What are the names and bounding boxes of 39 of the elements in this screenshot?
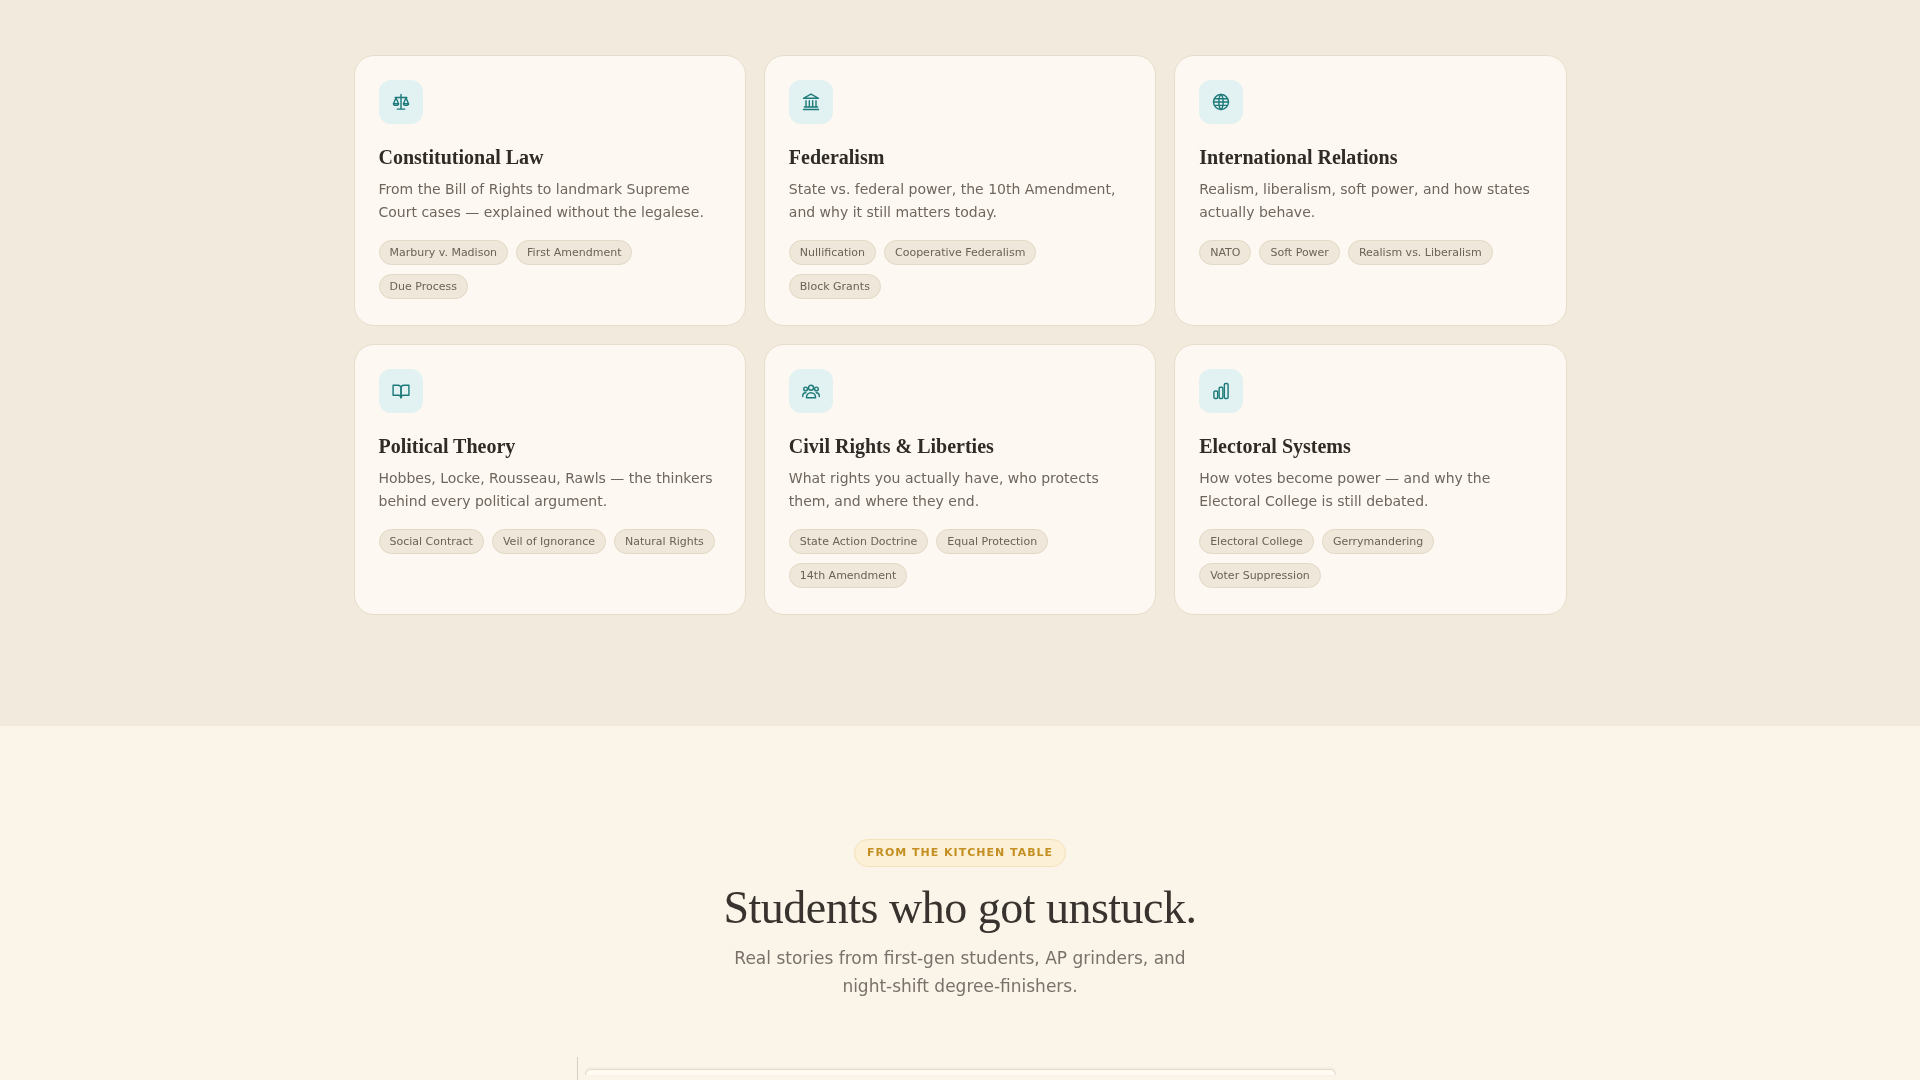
topic-tag: Soft Power [1259,240,1340,265]
section-heading: Students who got unstuck. [722,881,1198,935]
topic-tag: Due Process [378,274,468,299]
topic-tag: State Action Doctrine [788,529,929,554]
topic-title: Political Theory [378,434,517,459]
scales-icon [378,80,423,124]
globe-icon [1199,80,1244,124]
topic-tag: 14th Amendment [788,563,908,588]
topic-tag: Equal Protection [936,529,1049,554]
topic-tag: Marbury v. Madison [378,240,509,265]
open-book-icon [378,369,423,413]
topic-tag: Electoral College [1199,529,1314,554]
topic-tag: First Amendment [516,240,633,265]
topic-description: What rights you actually have, who protects them, and where they end. [788,469,1100,511]
topic-tag: Block Grants [788,274,881,299]
topic-tag: Natural Rights [614,529,715,554]
topic-description: How votes become power — and why the Electoral College is still debated. [1199,469,1492,511]
people-group-icon [788,369,833,413]
topic-tag: Voter Suppression [1199,563,1321,588]
topic-description: State vs. federal power, the 10th Amendment, and why it still matters today. [788,180,1117,222]
topic-title: Federalism [788,145,886,170]
topic-tag: Social Contract [378,529,484,554]
topic-title: Civil Rights & Liberties [788,434,995,459]
bar-chart-icon [1199,369,1244,413]
topic-title: Constitutional Law [378,145,545,170]
topic-tag: Gerrymandering [1321,529,1435,554]
topic-tag: Cooperative Federalism [884,240,1037,265]
topic-description: Hobbes, Locke, Rousseau, Rawls — the thinkers behind every political argument. [378,469,714,511]
topic-tag: Nullification [788,240,876,265]
section-subheading: Real stories from first-gen students, AP grinders, and night-shift degree-finishers. [733,947,1187,998]
eyebrow-label: FROM THE KITCHEN TABLE [853,839,1067,867]
topic-title: International Relations [1199,145,1399,170]
topic-title: Electoral Systems [1199,434,1352,459]
topic-description: Realism, liberalism, soft power, and how states actually behave. [1199,180,1531,222]
topic-description: From the Bill of Rights to landmark Supreme Court cases — explained without the legalese. [378,180,705,222]
topic-tag: NATO [1199,240,1252,265]
topic-tag: Veil of Ignorance [491,529,607,554]
columned-building-icon [788,80,833,124]
topic-tag: Realism vs. Liberalism [1347,240,1493,265]
